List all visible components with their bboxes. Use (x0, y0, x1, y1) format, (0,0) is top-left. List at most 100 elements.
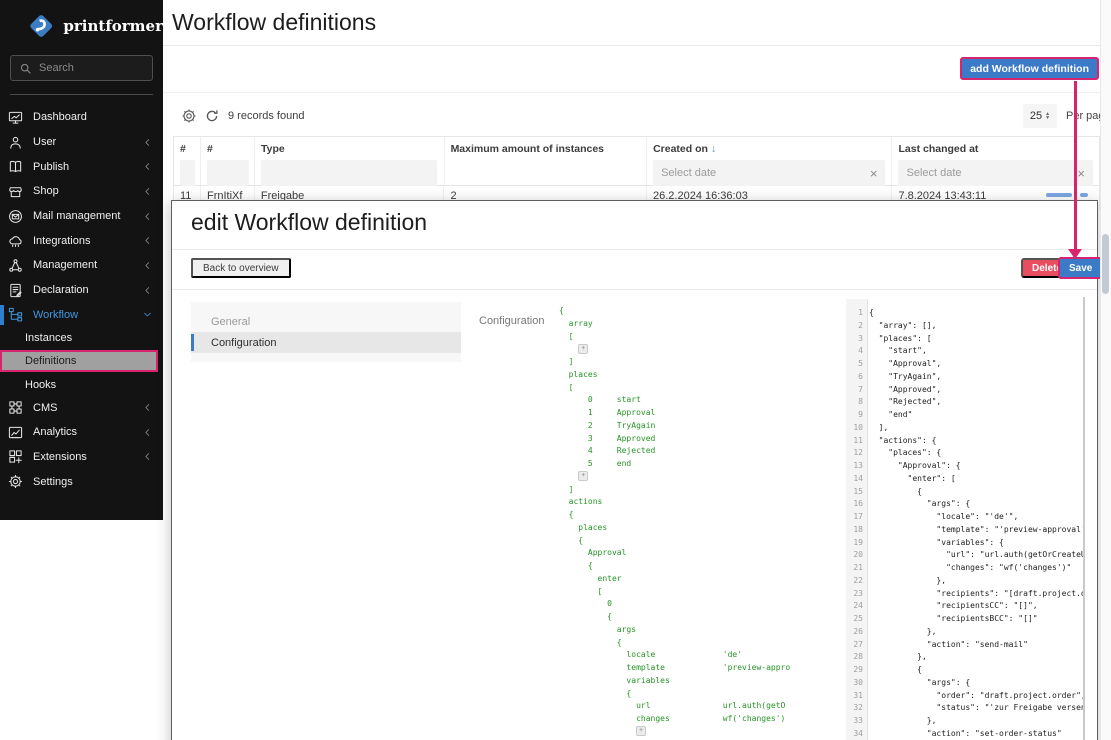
sidebar-item-declaration[interactable]: Declaration (0, 278, 163, 303)
clear-filter-icon[interactable]: × (870, 166, 878, 181)
editor-scrollbar[interactable] (1083, 297, 1085, 740)
expand-node-button[interactable]: + (578, 471, 588, 481)
expand-node-button[interactable]: + (636, 726, 646, 736)
json-tree-view[interactable]: { array [ + ] places [ 0 start 1 Approva… (559, 305, 851, 740)
sidebar-item-mail-management[interactable]: Mail management (0, 204, 163, 229)
divider (172, 249, 1097, 250)
tree-line: url url.auth(getO (559, 700, 851, 713)
column-header-id[interactable]: # (201, 137, 255, 185)
column-filter-input[interactable] (207, 160, 249, 186)
code-line: "array": [], (869, 320, 1083, 333)
save-button[interactable]: Save (1058, 257, 1103, 279)
code-line: "args": { (869, 498, 1083, 511)
refresh-icon[interactable] (204, 108, 220, 124)
search-input[interactable] (39, 62, 144, 74)
line-number: 30 (846, 677, 863, 690)
sidebar-item-cms[interactable]: CMS (0, 395, 163, 420)
brand-logo[interactable]: printformer (0, 0, 163, 47)
settings-icon (8, 474, 23, 489)
configuration-section-label: Configuration (479, 315, 544, 327)
date-filter-input[interactable]: Select date× (898, 160, 1093, 186)
printformer-logo-icon (27, 11, 55, 41)
column-header-type[interactable]: Type (255, 137, 445, 185)
tree-line: { (559, 535, 851, 548)
tree-line: [ (559, 382, 851, 395)
scrollbar-thumb[interactable] (1102, 234, 1109, 294)
line-number: 2 (846, 320, 863, 333)
line-number: 20 (846, 549, 863, 562)
code-line: "enter": [ (869, 473, 1083, 486)
sidebar-item-label: Management (33, 259, 142, 271)
per-page-select[interactable]: 25 ▲▼ (1023, 104, 1057, 128)
row-action-link-clipped[interactable] (1080, 193, 1088, 197)
sidebar-item-shop[interactable]: Shop (0, 179, 163, 204)
back-to-overview-button[interactable]: Back to overview (191, 258, 291, 278)
dashboard-icon (8, 110, 23, 125)
code-line: "Approval", (869, 358, 1083, 371)
code-line: "template": "'preview-approval'' (869, 524, 1083, 537)
chevron-left-icon (142, 186, 153, 197)
json-code-editor[interactable]: { "array": [], "places": [ "start", "App… (869, 299, 1083, 740)
sidebar-item-dashboard[interactable]: Dashboard (0, 105, 163, 130)
tree-line: 4 Rejected (559, 445, 851, 458)
sidebar-item-instances[interactable]: Instances (0, 327, 163, 348)
column-header-max-instances[interactable]: Maximum amount of instances (445, 137, 648, 185)
column-header-created-on[interactable]: Created on ↓Select date× (647, 137, 892, 185)
column-header-last-changed-at[interactable]: Last changed atSelect date× (892, 137, 1099, 185)
tree-line: enter (559, 573, 851, 586)
code-line: }, (869, 651, 1083, 664)
line-number: 13 (846, 460, 863, 473)
tree-line: { (559, 688, 851, 701)
code-line: "variables": { (869, 537, 1083, 550)
line-number: 22 (846, 575, 863, 588)
sidebar-menu: DashboardUserPublishShopMail managementI… (0, 105, 163, 494)
line-number: 33 (846, 715, 863, 728)
line-number: 34 (846, 728, 863, 740)
sidebar-item-label: Extensions (33, 451, 142, 463)
column-filter-input[interactable] (180, 160, 195, 186)
sidebar-item-workflow[interactable]: Workflow (0, 303, 163, 328)
sidebar-item-hooks[interactable]: Hooks (0, 374, 163, 395)
date-filter-input[interactable]: Select date × (653, 160, 885, 186)
sidebar-item-management[interactable]: Management (0, 253, 163, 278)
brand-name: printformer (63, 17, 163, 35)
table-settings-gear-icon[interactable] (181, 108, 197, 124)
line-number: 28 (846, 651, 863, 664)
sidebar-item-publish[interactable]: Publish (0, 154, 163, 179)
tree-line: template 'preview-appro (559, 662, 851, 675)
records-found-label: 9 records found (228, 110, 304, 122)
sidebar-item-extensions[interactable]: Extensions (0, 445, 163, 470)
sidebar-search[interactable] (10, 55, 153, 81)
line-number: 32 (846, 702, 863, 715)
analytics-icon (8, 425, 23, 440)
code-line: "recipientsBCC": "[]" (869, 613, 1083, 626)
column-filter-input[interactable] (261, 160, 437, 186)
sidebar-item-user[interactable]: User (0, 130, 163, 155)
sidebar-item-integrations[interactable]: Integrations (0, 228, 163, 253)
window-scrollbar[interactable] (1100, 0, 1111, 740)
line-number: 1 (846, 307, 863, 320)
code-line: }, (869, 715, 1083, 728)
extensions-icon (8, 449, 23, 464)
row-action-link-clipped[interactable] (1046, 193, 1072, 197)
tree-line: ] (559, 484, 851, 497)
sidebar-item-settings[interactable]: Settings (0, 469, 163, 494)
column-header-num[interactable]: # (174, 137, 201, 185)
chevron-left-icon (142, 260, 153, 271)
user-icon (8, 135, 23, 150)
add-workflow-definition-button[interactable]: add Workflow definition (960, 57, 1099, 80)
column-label: Maximum amount of instances (451, 143, 641, 155)
sidebar: printformer DashboardUserPublishShopMail… (0, 0, 163, 520)
clear-filter-icon[interactable]: × (1077, 166, 1085, 181)
tree-line: 5 end (559, 458, 851, 471)
tab-general[interactable]: General (191, 311, 461, 332)
tree-line: { (559, 560, 851, 573)
expand-node-button[interactable]: + (578, 344, 588, 354)
sidebar-item-analytics[interactable]: Analytics (0, 420, 163, 445)
sidebar-item-label: Instances (25, 332, 153, 344)
sidebar-item-definitions[interactable]: Definitions (0, 350, 158, 372)
date-filter-placeholder: Select date (661, 167, 716, 179)
tab-configuration[interactable]: Configuration (191, 332, 461, 353)
tree-line: array (559, 318, 851, 331)
line-number: 16 (846, 498, 863, 511)
